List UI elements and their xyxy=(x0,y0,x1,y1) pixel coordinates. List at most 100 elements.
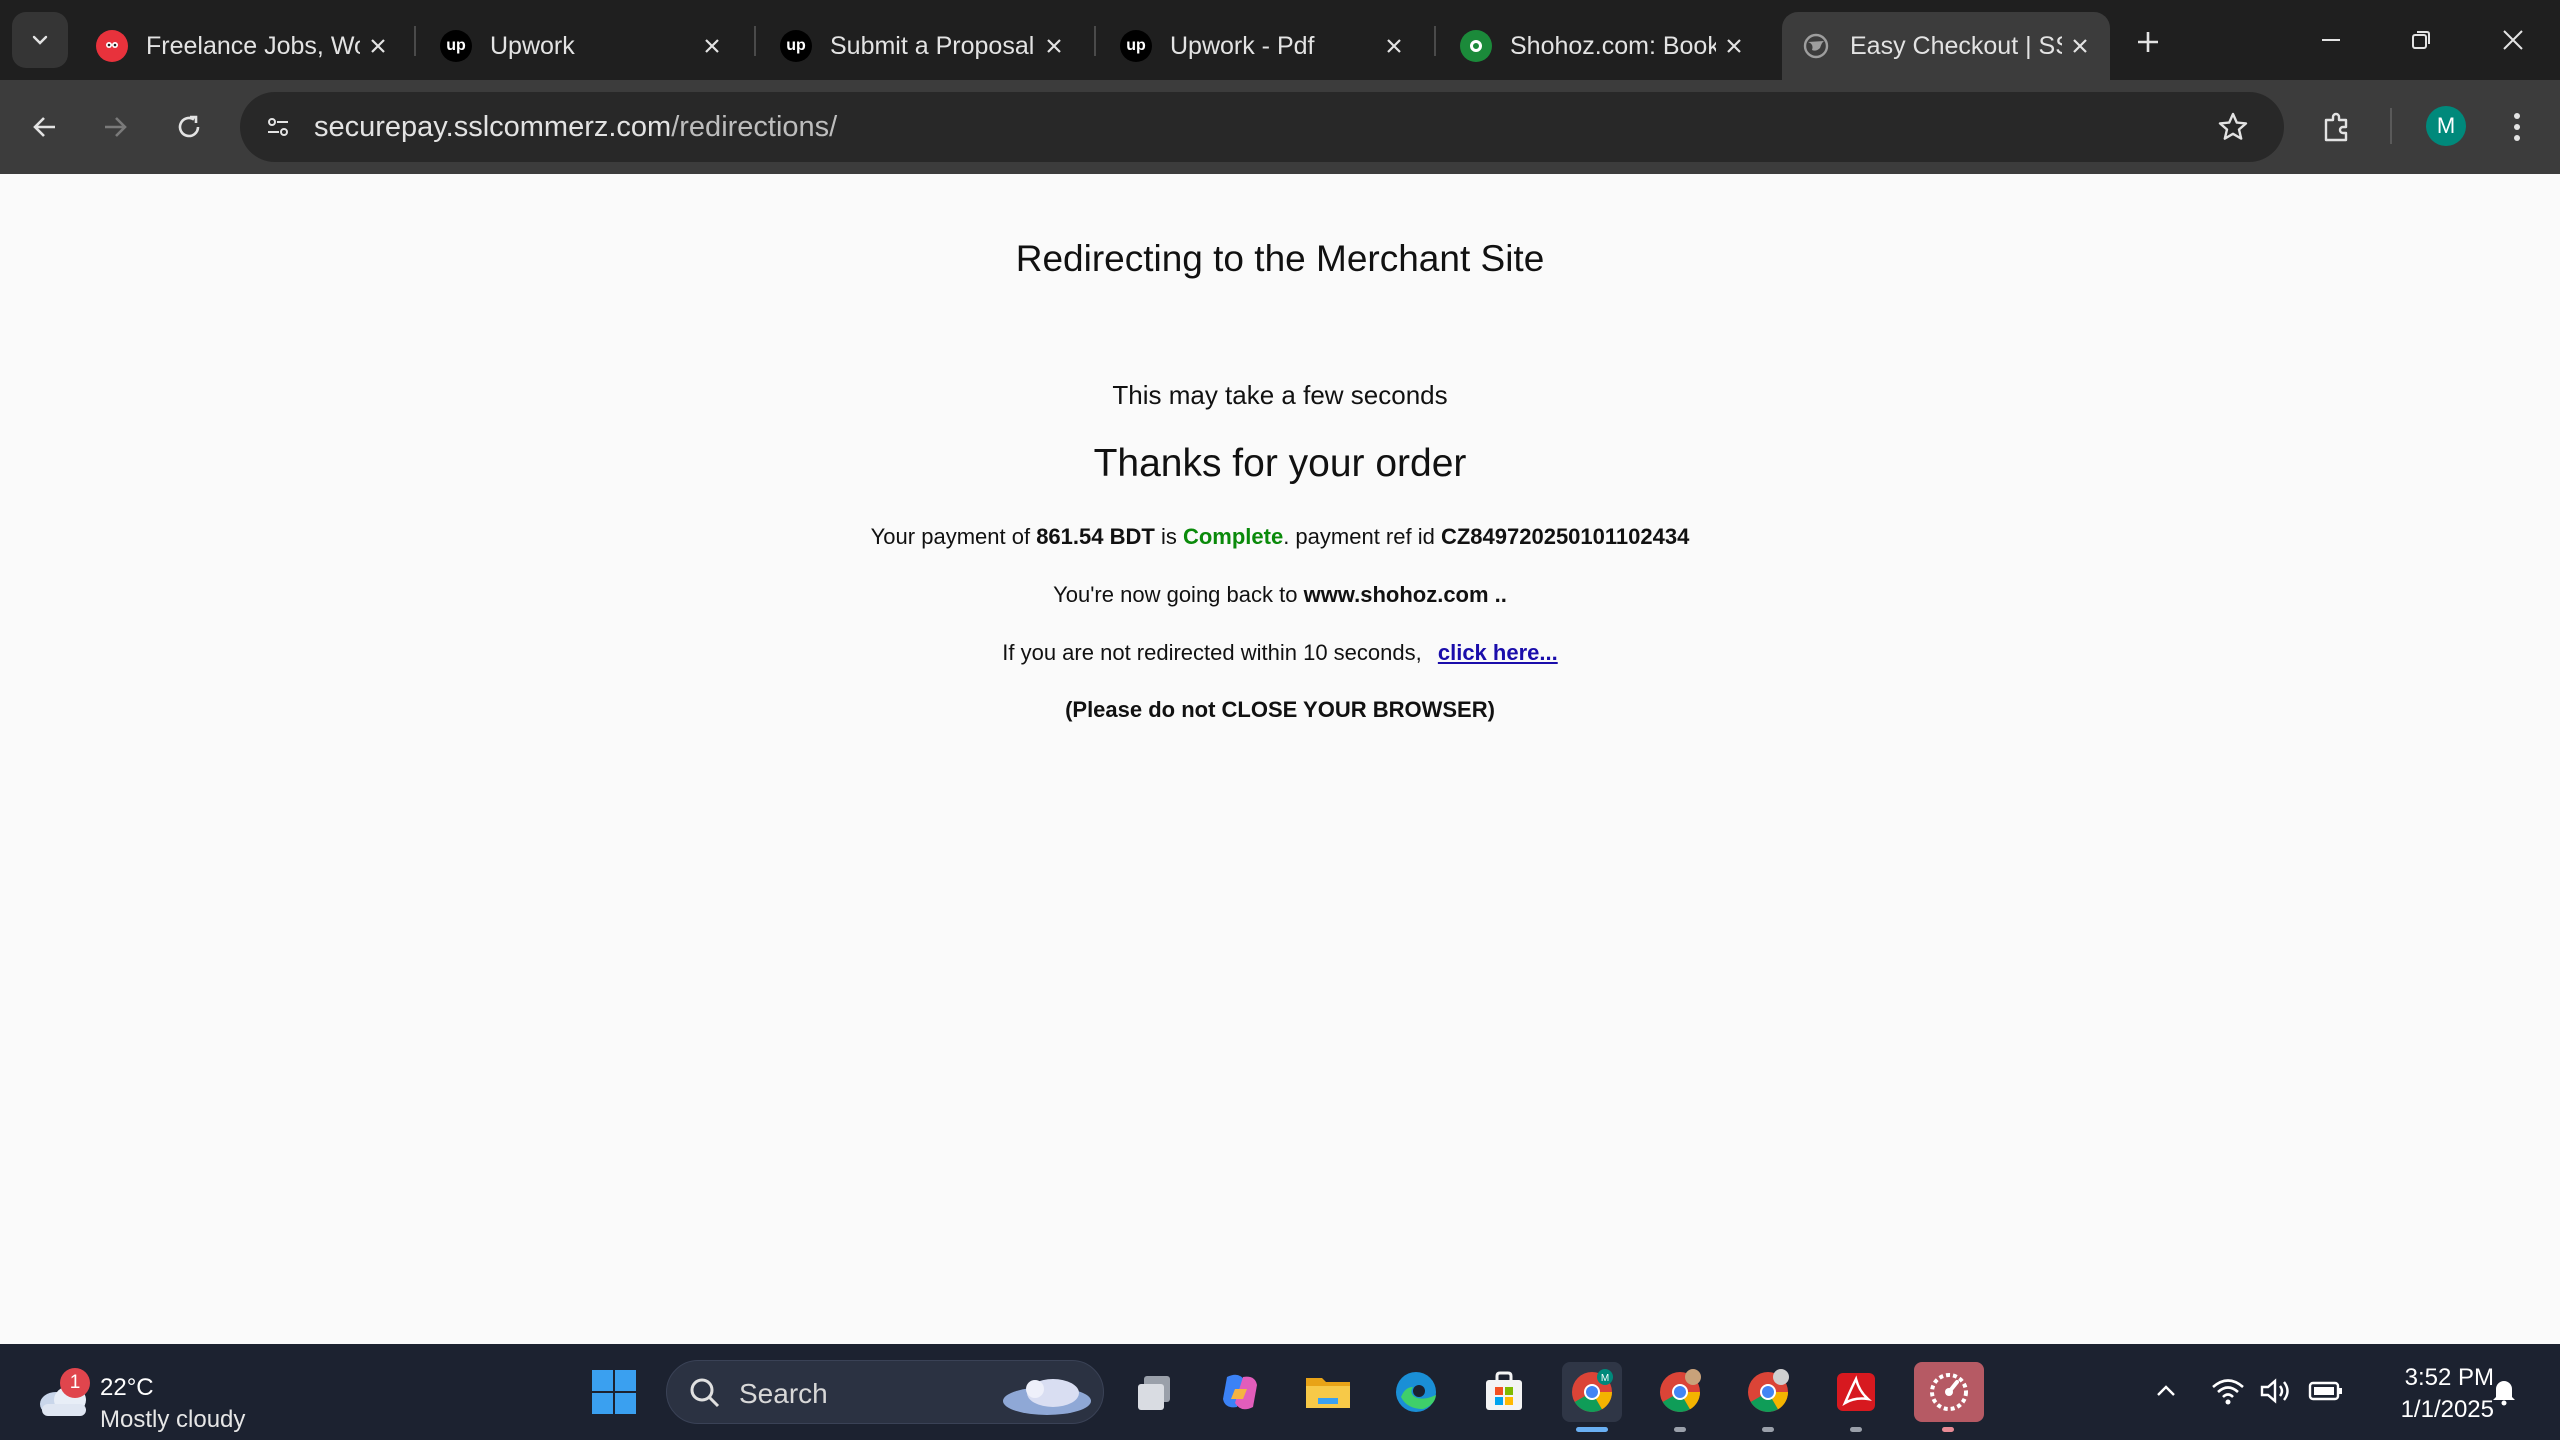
ref-label: . payment ref id xyxy=(1283,524,1435,549)
close-icon xyxy=(2503,30,2523,50)
minimize-button[interactable] xyxy=(2286,0,2376,80)
tab-title: Easy Checkout | SS xyxy=(1850,31,2062,60)
tab-title: Shohoz.com: Book xyxy=(1510,31,1716,60)
tab-upwork[interactable]: up Upwork xyxy=(422,12,742,80)
payment-prefix: Your payment of xyxy=(870,524,1031,549)
tab-title: Submit a Proposal xyxy=(830,31,1035,60)
tab-title: Freelance Jobs, Wo xyxy=(146,31,360,60)
start-button[interactable] xyxy=(584,1362,644,1422)
chevron-down-icon xyxy=(32,35,48,45)
tab-search-button[interactable] xyxy=(12,12,68,68)
windows-logo-icon xyxy=(592,1370,636,1414)
tab-submit-proposal[interactable]: up Submit a Proposal xyxy=(762,12,1084,80)
battery-icon xyxy=(2308,1381,2342,1401)
search-label: Search xyxy=(739,1378,828,1409)
edge-icon xyxy=(1396,1372,1436,1412)
notifications-button[interactable] xyxy=(2482,1366,2526,1416)
extensions-button[interactable] xyxy=(2312,102,2362,152)
show-hidden-icons-button[interactable] xyxy=(2144,1366,2188,1416)
chrome-profile-m-button[interactable]: M xyxy=(1562,1362,1622,1432)
more-vertical-icon xyxy=(2514,113,2520,141)
redirect-notice: If you are not redirected within 10 seco… xyxy=(0,640,2560,666)
close-icon[interactable] xyxy=(2062,28,2098,64)
close-icon[interactable] xyxy=(1036,28,1072,64)
weather-widget[interactable]: 1 22°C Mostly cloudy xyxy=(30,1358,290,1433)
weather-temp: 22°C xyxy=(100,1374,154,1401)
tab-separator xyxy=(754,26,756,56)
close-icon[interactable] xyxy=(694,28,730,64)
back-button[interactable] xyxy=(20,102,70,152)
page-title: Redirecting to the Merchant Site xyxy=(1015,238,1545,279)
chevron-up-icon xyxy=(2157,1385,2175,1396)
tab-strip: Freelance Jobs, Wo up Upwork up Submit a… xyxy=(0,0,2560,80)
tab-upwork-pdf[interactable]: up Upwork - Pdf xyxy=(1102,12,1424,80)
close-window-button[interactable] xyxy=(2468,0,2558,80)
url-path: /redirections/ xyxy=(671,111,838,143)
reload-button[interactable] xyxy=(164,102,214,152)
payment-summary: Your payment of 861.54 BDT is Complete. … xyxy=(0,524,2560,550)
upwork-icon: up xyxy=(1120,30,1152,62)
plus-icon xyxy=(2138,32,2158,52)
restore-button[interactable] xyxy=(2376,0,2466,80)
profile-avatar[interactable]: M xyxy=(2426,106,2466,146)
tab-easy-checkout[interactable]: Easy Checkout | SS xyxy=(1782,12,2110,80)
taskbar-search[interactable]: Search xyxy=(666,1360,1104,1424)
payment-amount: 861.54 BDT xyxy=(1036,524,1155,549)
wifi-status[interactable] xyxy=(2206,1366,2250,1416)
minimize-icon xyxy=(2322,39,2340,41)
battery-status[interactable] xyxy=(2304,1366,2348,1416)
bell-icon xyxy=(2493,1381,2515,1406)
forward-button[interactable] xyxy=(90,102,140,152)
close-icon[interactable] xyxy=(1716,28,1752,64)
upwork-icon: up xyxy=(440,30,472,62)
browser-toolbar: securepay.sslcommerz.com/redirections/ xyxy=(0,80,2560,174)
app-button[interactable] xyxy=(1914,1362,1984,1432)
click-here-link[interactable]: click here... xyxy=(1438,640,1558,665)
tab-title: Upwork - Pdf xyxy=(1170,31,1315,60)
shohoz-icon xyxy=(1460,30,1492,62)
chrome-profile-3-button[interactable] xyxy=(1738,1362,1798,1432)
pdf-icon xyxy=(1837,1373,1875,1411)
tab-freelance-jobs[interactable]: Freelance Jobs, Wo xyxy=(78,12,408,80)
is-word: is xyxy=(1160,524,1177,549)
clock-date: 1/1/2025 xyxy=(2400,1396,2494,1423)
merchant-site: www.shohoz.com .. xyxy=(1303,582,1507,607)
wifi-icon xyxy=(2212,1379,2244,1405)
bookmark-star-icon[interactable] xyxy=(2212,106,2254,148)
acrobat-button[interactable] xyxy=(1826,1362,1886,1432)
payment-status: Complete xyxy=(1182,524,1284,549)
store-icon xyxy=(1486,1371,1522,1410)
freelancer-icon xyxy=(96,30,128,62)
tab-shohoz[interactable]: Shohoz.com: Book xyxy=(1442,12,1764,80)
system-clock[interactable]: 3:52 PM 1/1/2025 xyxy=(2364,1362,2494,1426)
thanks-heading: Thanks for your order xyxy=(1093,442,1467,485)
task-view-button[interactable] xyxy=(1124,1362,1184,1422)
edge-button[interactable] xyxy=(1386,1362,1446,1422)
close-browser-warning: (Please do not CLOSE YOUR BROWSER) xyxy=(1065,697,1495,722)
address-bar[interactable]: securepay.sslcommerz.com/redirections/ xyxy=(240,92,2284,162)
puzzle-icon xyxy=(2324,112,2348,142)
chrome-profile-2-button[interactable] xyxy=(1650,1362,1710,1432)
upwork-icon: up xyxy=(780,30,812,62)
tab-title: Upwork xyxy=(490,31,575,60)
site-info-icon[interactable] xyxy=(258,107,298,147)
file-explorer-button[interactable] xyxy=(1298,1362,1358,1422)
new-tab-button[interactable] xyxy=(2124,18,2172,66)
copilot-button[interactable] xyxy=(1210,1362,1270,1422)
windows-taskbar: 1 22°C Mostly cloudy Search M 3:52 PM 1/… xyxy=(0,1344,2560,1440)
url-text[interactable]: securepay.sslcommerz.com/redirections/ xyxy=(314,111,837,144)
svg-text:M: M xyxy=(1601,1373,1609,1384)
globe-icon xyxy=(1800,30,1832,62)
tab-separator xyxy=(1094,26,1096,56)
payment-ref-id: CZ849720250101102434 xyxy=(1440,524,1690,549)
page-content: Redirecting to the Merchant Site This ma… xyxy=(0,174,2560,1344)
restore-icon xyxy=(2412,31,2430,49)
search-highlight-art xyxy=(1003,1379,1091,1415)
close-icon[interactable] xyxy=(1376,28,1412,64)
speaker-icon xyxy=(2260,1378,2289,1404)
volume-status[interactable] xyxy=(2254,1366,2298,1416)
gauge-icon xyxy=(1930,1373,1968,1411)
store-button[interactable] xyxy=(1474,1362,1534,1422)
close-icon[interactable] xyxy=(360,28,396,64)
menu-button[interactable] xyxy=(2492,102,2542,152)
